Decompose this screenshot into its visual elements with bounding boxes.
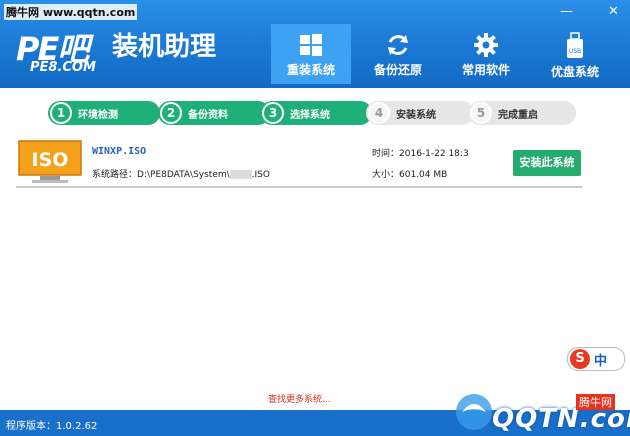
site-watermark: 腾牛网 www.qqtn.com	[4, 4, 138, 20]
step-1: 1 环境检测	[48, 101, 160, 125]
version-value: 1.0.2.62	[56, 421, 98, 432]
usb-icon: USB	[567, 32, 583, 58]
step-label: 完成重启	[498, 110, 538, 121]
nav-label: 优盘系统	[550, 65, 599, 79]
file-name: WINXP.ISO	[92, 146, 147, 157]
close-button[interactable]: ✕	[608, 4, 619, 19]
step-label: 安装系统	[396, 110, 436, 121]
step-5: 5 完成重启	[468, 101, 576, 125]
watermark-tag: 腾牛网	[576, 394, 615, 410]
nav-backup-restore[interactable]: 备份还原	[358, 24, 438, 84]
size-label: 大小：	[372, 170, 400, 180]
nav-usb-system[interactable]: USB 优盘系统	[535, 24, 615, 84]
size-value: 601.04 MB	[399, 170, 448, 180]
bird-logo-icon	[456, 394, 492, 430]
windows-icon	[300, 34, 322, 56]
refresh-icon	[388, 35, 408, 55]
step-label: 选择系统	[290, 110, 330, 121]
iso-file-row[interactable]: ISO WINXP.ISO 系统路径：D:\PE8DATA\System\ .IS…	[16, 140, 582, 188]
nav-label: 备份还原	[373, 63, 422, 77]
nav-reinstall-system[interactable]: 重装系统	[271, 24, 351, 84]
step-label: 环境检测	[78, 110, 118, 121]
step-number: 4	[368, 102, 390, 124]
nav-label: 常用软件	[461, 63, 510, 77]
path-label: 系统路径：	[92, 170, 138, 180]
sogou-icon[interactable]: S	[570, 349, 590, 369]
nav-common-software[interactable]: 常用软件	[446, 24, 526, 84]
nav-label: 重装系统	[286, 63, 335, 77]
version-text: 程序版本：1.0.2.62	[6, 417, 97, 432]
step-label: 备份资料	[188, 110, 228, 121]
header-bar: 腾牛网 www.qqtn.com PE吧 装机助理 PE8.COM — ✕ 重装…	[0, 0, 630, 88]
ime-toolbar[interactable]: S 中	[567, 347, 625, 371]
step-3: 3 选择系统	[260, 101, 372, 125]
find-more-systems-link[interactable]: 查找更多系统...	[268, 392, 331, 405]
site-watermark-bottom: QQTN.com 腾牛网	[452, 380, 630, 436]
time-value: 2016-1-22 18:3	[399, 149, 469, 159]
app-title: 装机助理	[112, 32, 217, 62]
step-4: 4 安装系统	[366, 101, 474, 125]
step-number: 3	[262, 102, 284, 124]
step-number: 5	[470, 102, 492, 124]
minimize-button[interactable]: —	[560, 4, 573, 19]
file-path: 系统路径：D:\PE8DATA\System\ .ISO	[92, 167, 270, 180]
step-number: 1	[50, 102, 72, 124]
install-system-button[interactable]: 安装此系统	[513, 150, 581, 176]
file-time: 时间：2016-1-22 18:3	[372, 146, 472, 159]
gear-icon	[474, 33, 498, 57]
ime-mode[interactable]: 中	[594, 350, 607, 369]
iso-icon-text: ISO	[32, 149, 69, 171]
version-label: 程序版本：	[6, 421, 56, 432]
step-2: 2 备份资料	[158, 101, 270, 125]
redacted-block	[229, 170, 252, 179]
svg-text:USB: USB	[569, 48, 581, 55]
path-suffix: .ISO	[251, 170, 270, 180]
path-value: D:\PE8DATA\System\	[137, 170, 230, 180]
logo-domain: PE8.COM	[30, 60, 96, 75]
time-label: 时间：	[372, 149, 400, 159]
file-size: 大小：601.04 MB	[372, 167, 447, 180]
step-number: 2	[160, 102, 182, 124]
iso-file-icon: ISO	[18, 140, 82, 183]
